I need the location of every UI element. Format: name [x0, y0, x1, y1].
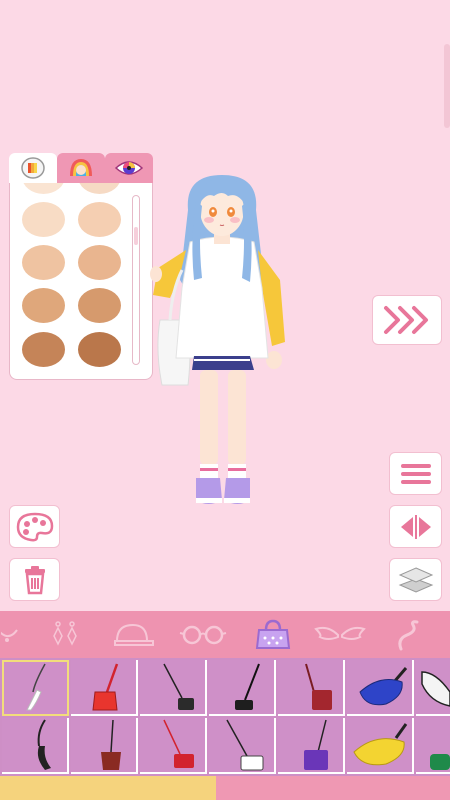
item-slot[interactable] [71, 660, 138, 716]
earrings-icon [53, 620, 77, 646]
skin-swatch-5[interactable] [22, 288, 65, 323]
item-slot[interactable] [416, 660, 450, 716]
brown-bucket-bag-icon [100, 719, 121, 770]
white-baguette-bag-icon [25, 663, 46, 711]
skin-swatch-1[interactable] [22, 202, 65, 237]
skin-swatch-3[interactable] [22, 245, 65, 280]
flip-button[interactable] [389, 505, 442, 548]
makeup-palette-icon [21, 157, 45, 179]
category-handbags[interactable] [248, 611, 298, 658]
item-slot[interactable] [278, 718, 345, 774]
next-button[interactable] [372, 295, 442, 345]
skin-swatch-8[interactable] [78, 332, 121, 367]
red-chain-bag-icon [162, 719, 194, 768]
glasses-icon [179, 625, 227, 644]
hamburger-menu-icon [400, 463, 431, 484]
layers-button[interactable] [389, 558, 442, 601]
item-slot[interactable] [2, 660, 69, 716]
item-slot[interactable] [347, 660, 414, 716]
handbag-icon [255, 619, 291, 649]
rainbow-hair-icon [70, 159, 92, 176]
triple-chevron-right-icon [384, 306, 428, 334]
cap-icon [114, 623, 154, 646]
yellow-belt-bag-icon [352, 723, 407, 766]
maroon-crossbody-bag-icon [304, 663, 332, 710]
paint-button[interactable] [9, 505, 60, 548]
scroll-edge-handle [444, 44, 450, 128]
item-slot[interactable] [71, 718, 138, 774]
skin-swatch-partial[interactable] [78, 183, 121, 194]
item-slot[interactable] [140, 660, 207, 716]
skin-swatch-2[interactable] [78, 202, 121, 237]
category-necklace[interactable] [0, 611, 20, 658]
color-palette-panel [9, 153, 153, 380]
item-slot[interactable] [209, 718, 276, 774]
white-chain-bag-icon [225, 719, 263, 771]
tab-eye-color[interactable] [105, 153, 153, 183]
delete-button[interactable] [9, 558, 60, 601]
item-slot[interactable] [2, 718, 69, 774]
blue-belt-bag-icon [358, 667, 407, 706]
skin-swatch-4[interactable] [78, 245, 121, 280]
palette-scrollbar[interactable] [132, 195, 140, 365]
skin-swatch-partial[interactable] [22, 183, 65, 194]
progress-fill [0, 776, 216, 800]
collection-progress-bar [0, 776, 450, 800]
tab-skin-color[interactable] [9, 153, 57, 183]
palette-scroll-thumb[interactable] [134, 227, 138, 245]
item-slot[interactable] [209, 660, 276, 716]
tab-hair-color[interactable] [57, 153, 105, 183]
item-slot[interactable] [347, 718, 414, 774]
menu-button[interactable] [389, 452, 442, 495]
item-slot[interactable] [140, 718, 207, 774]
tail-icon [398, 619, 419, 650]
black-mini-bag-icon [234, 663, 260, 710]
category-caps[interactable] [108, 611, 158, 658]
category-glasses[interactable] [176, 611, 230, 658]
item-slot[interactable] [416, 718, 450, 774]
purple-crossbody-bag-icon [303, 719, 328, 770]
eye-color-icon [114, 161, 144, 175]
black-baguette-bag-icon [37, 719, 51, 770]
paint-palette-icon [16, 512, 53, 541]
category-tails[interactable] [388, 611, 432, 658]
item-slot[interactable] [278, 660, 345, 716]
layers-icon [398, 566, 433, 593]
category-wings[interactable] [312, 611, 368, 658]
wings-icon [314, 626, 366, 640]
palette-tabs [9, 153, 153, 183]
skin-swatch-6[interactable] [78, 288, 121, 323]
red-crossbody-bag-icon [91, 663, 118, 711]
green-bag-icon [430, 754, 450, 770]
dress-up-character[interactable] [150, 170, 295, 515]
black-shoulder-bag-icon [162, 663, 194, 710]
palette-swatch-area [9, 183, 153, 380]
white-belt-bag-icon [421, 671, 450, 707]
necklace-icon [1, 628, 18, 642]
skin-swatch-7[interactable] [22, 332, 65, 367]
category-earrings[interactable] [40, 611, 90, 658]
mirror-flip-icon [400, 514, 431, 539]
trash-icon [24, 565, 45, 594]
